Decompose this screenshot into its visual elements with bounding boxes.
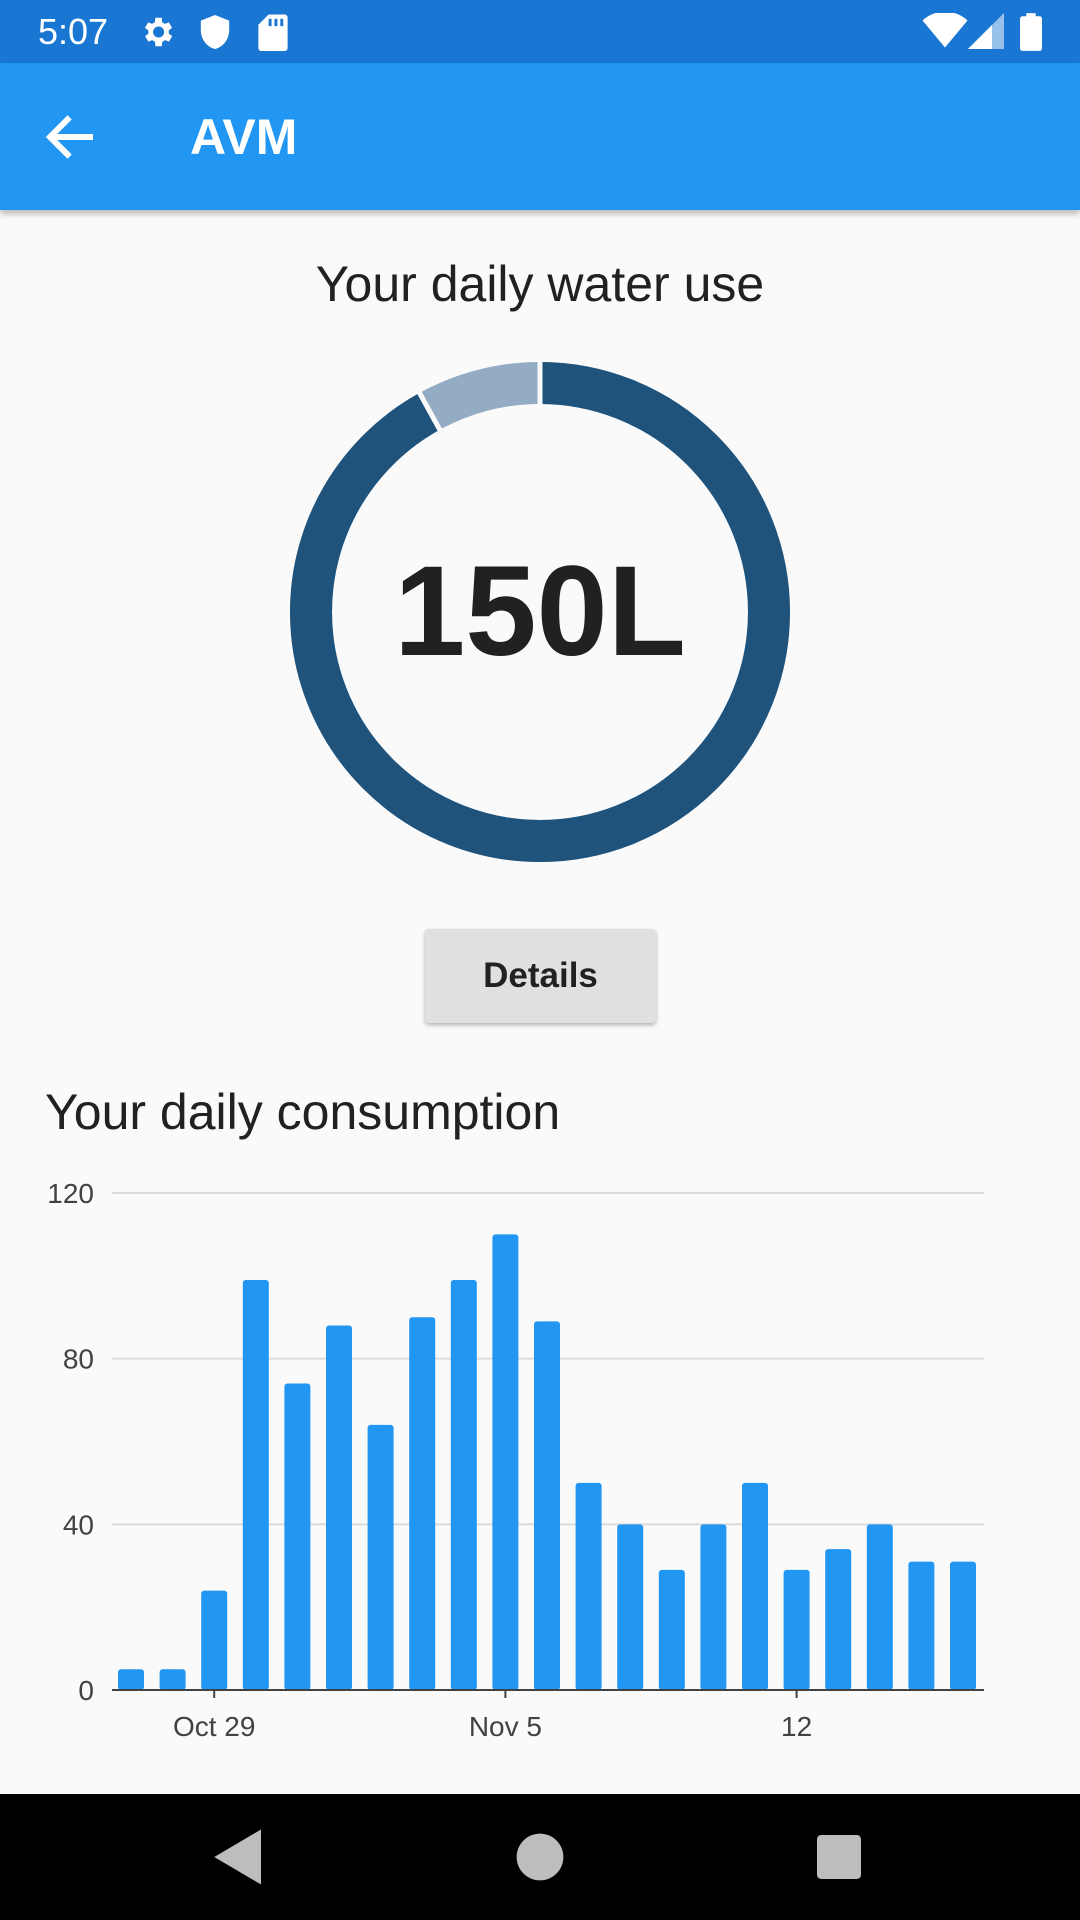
app-title: AVM — [190, 109, 298, 165]
home-circle-icon[interactable] — [507, 1824, 573, 1890]
bar-oct-30 — [242, 1279, 269, 1690]
y-tick-label-0: 0 — [78, 1675, 94, 1706]
sd-card-icon — [258, 14, 288, 51]
bar-nov-16 — [950, 1561, 976, 1690]
bar-oct-28 — [159, 1669, 186, 1690]
bar-nov-3 — [409, 1317, 436, 1690]
status-bar: 5:07 — [0, 0, 1080, 63]
bar-oct-29 — [201, 1590, 228, 1690]
arrow-left-icon[interactable] — [40, 107, 100, 167]
daily-consumption-chart: 0 40 80 120 Oct 29 Nov 5 12 — [47, 1178, 984, 1740]
bar-nov-13 — [825, 1549, 852, 1690]
shield-icon — [200, 15, 230, 49]
x-tick-label-oct-29: Oct 29 — [173, 1711, 255, 1740]
bar-nov-5 — [492, 1234, 519, 1690]
daily-consumption-title: Your daily consumption — [45, 1084, 561, 1140]
details-button[interactable]: Details — [425, 929, 656, 1023]
bar-nov-6 — [534, 1321, 560, 1690]
y-tick-label-80: 80 — [63, 1344, 94, 1375]
bar-nov-11 — [742, 1482, 768, 1690]
bar-oct-31 — [284, 1383, 311, 1690]
bar-nov-15 — [908, 1561, 935, 1690]
bar-nov-12 — [783, 1569, 810, 1690]
wifi-icon — [922, 13, 968, 48]
signal-icon — [968, 13, 1004, 49]
x-tick-label-12: 12 — [781, 1711, 812, 1740]
x-tick-label-nov-5: Nov 5 — [469, 1711, 542, 1740]
y-tick-label-120: 120 — [47, 1178, 94, 1209]
bar-oct-27 — [118, 1669, 144, 1690]
gear-icon — [144, 17, 173, 47]
y-tick-label-40: 40 — [63, 1509, 94, 1540]
bar-nov-4 — [450, 1279, 477, 1690]
bar-nov-1 — [326, 1325, 352, 1690]
daily-water-use-title: Your daily water use — [315, 256, 765, 312]
system-nav-bar — [0, 1794, 1080, 1920]
back-triangle-icon[interactable] — [206, 1824, 272, 1890]
bar-nov-8 — [617, 1524, 644, 1690]
battery-icon — [1020, 13, 1042, 51]
bar-nov-9 — [658, 1569, 685, 1690]
bar-nov-14 — [866, 1524, 893, 1690]
recents-square-icon[interactable] — [806, 1824, 872, 1890]
app-bar: AVM — [0, 63, 1080, 210]
bar-nov-2 — [367, 1424, 394, 1690]
status-time: 5:07 — [38, 11, 109, 52]
bar-nov-10 — [700, 1524, 727, 1690]
bar-nov-7 — [575, 1482, 602, 1690]
water-use-value: 150L — [394, 540, 686, 683]
